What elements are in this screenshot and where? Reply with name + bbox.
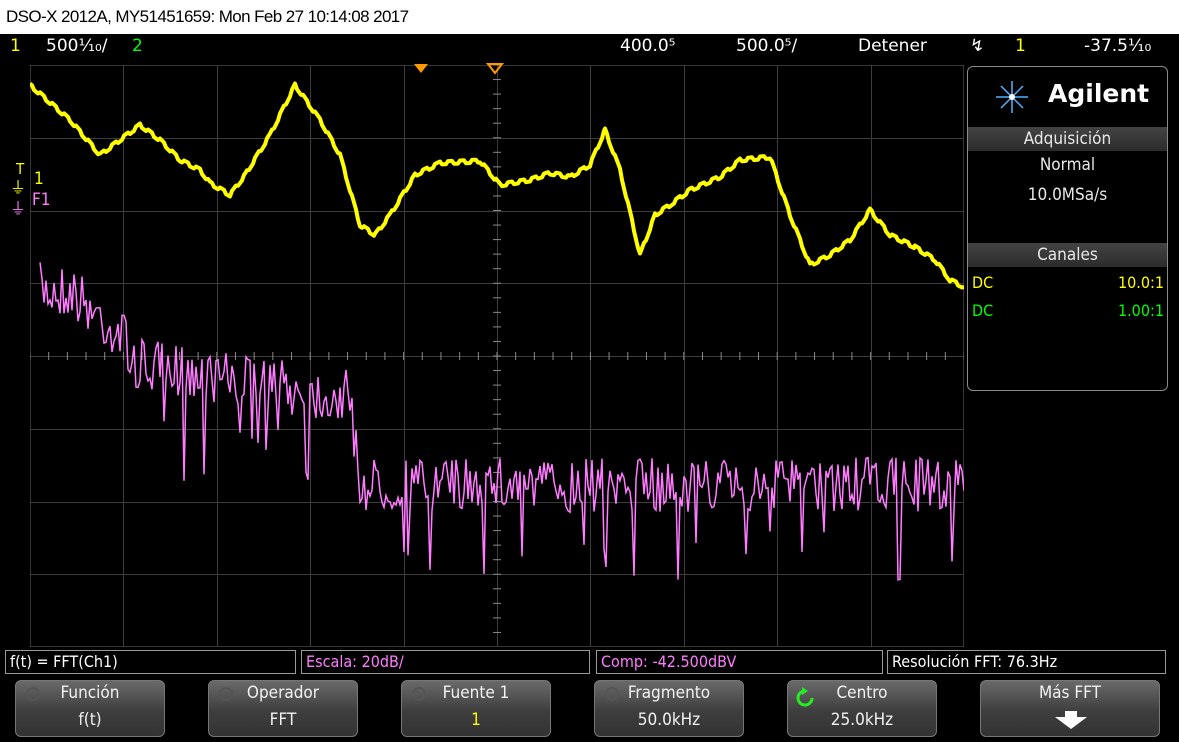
time-scale[interactable]: 500.0⁵/	[736, 36, 797, 56]
softkey-title: Centro	[836, 683, 888, 703]
acquisition-header: Adquisición	[968, 127, 1167, 151]
fft-trace	[39, 262, 964, 581]
softkey-title: Más FFT	[1038, 683, 1102, 703]
softkey-title: Operador	[246, 683, 320, 703]
scale-info: Escala: 20dB/	[301, 650, 590, 674]
left-markers: T 1 ⏚ F1 ⏚	[8, 160, 51, 220]
status-bar: 1 500⅒/ 2 400.0⁵ 500.0⁵/ Detener ↯ 1 -37…	[0, 34, 1179, 60]
right-info-panel: Agilent Adquisición Normal 10.0MSa/s Can…	[967, 66, 1168, 391]
softkey-mas-fft[interactable]: Más FFT	[980, 680, 1160, 737]
softkey-value: 1	[471, 710, 481, 730]
softkey-fragmento[interactable]: Fragmento 50.0kHz	[594, 680, 744, 737]
softkey-value: f(t)	[78, 710, 102, 730]
agilent-spark-icon	[996, 81, 1028, 113]
softkey-centro[interactable]: Centro 25.0kHz	[787, 680, 937, 737]
resolution-info: Resolución FFT: 76.3Hz	[887, 650, 1166, 674]
acquisition-mode: Normal	[1039, 155, 1096, 175]
ch1-probe: 10.0:1	[1117, 273, 1164, 292]
brand-logo: Agilent	[968, 75, 1167, 119]
offset-info: Comp: -42.500dBV	[596, 650, 883, 674]
ch2-coupling: DC	[972, 301, 994, 320]
softkey-title: Función	[60, 683, 120, 703]
softkey-title: Fuente 1	[442, 683, 510, 703]
ch1-number[interactable]: 1	[10, 36, 21, 56]
ch1-scale[interactable]: 500⅒/	[46, 36, 107, 56]
waveform-graticule	[30, 65, 964, 647]
ch1-ground-marker[interactable]: 1	[34, 169, 44, 189]
softkey-operador[interactable]: Operador FFT	[208, 680, 358, 737]
sample-rate: 10.0MSa/s	[1027, 185, 1108, 205]
softkey-value: 50.0kHz	[637, 710, 701, 730]
ch1-coupling: DC	[972, 273, 994, 292]
softkey-fuente-1[interactable]: Fuente 1 1	[401, 680, 551, 737]
trigger-level[interactable]: -37.5⅒	[1084, 36, 1151, 56]
channels-header: Canales	[968, 243, 1167, 267]
function-info: f(t) = FFT(Ch1)	[5, 650, 296, 674]
run-state[interactable]: Detener	[858, 36, 927, 56]
time-delay[interactable]: 400.0⁵	[620, 36, 675, 56]
ground-icon: ⏚	[10, 199, 27, 218]
trigger-edge-icon: ↯	[970, 36, 985, 56]
delay-reference-icon[interactable]	[485, 63, 505, 75]
softkey-title: Fragmento	[627, 683, 711, 703]
softkey-funcion[interactable]: Función f(t)	[15, 680, 165, 737]
down-arrow-icon	[1055, 711, 1087, 729]
ch2-probe: 1.00:1	[1117, 301, 1164, 320]
screenshot-caption: DSO-X 2012A, MY51451659: Mon Feb 27 10:1…	[6, 7, 409, 26]
softkey-value: 25.0kHz	[830, 710, 894, 730]
fft-ground-marker[interactable]: F1	[32, 190, 51, 210]
ch2-number[interactable]: 2	[132, 36, 143, 56]
trigger-source[interactable]: 1	[1015, 36, 1026, 56]
brand-name: Agilent	[1048, 79, 1150, 108]
top-markers	[414, 63, 505, 75]
trigger-position-icon[interactable]	[414, 64, 428, 73]
softkey-value: FFT	[269, 710, 297, 730]
